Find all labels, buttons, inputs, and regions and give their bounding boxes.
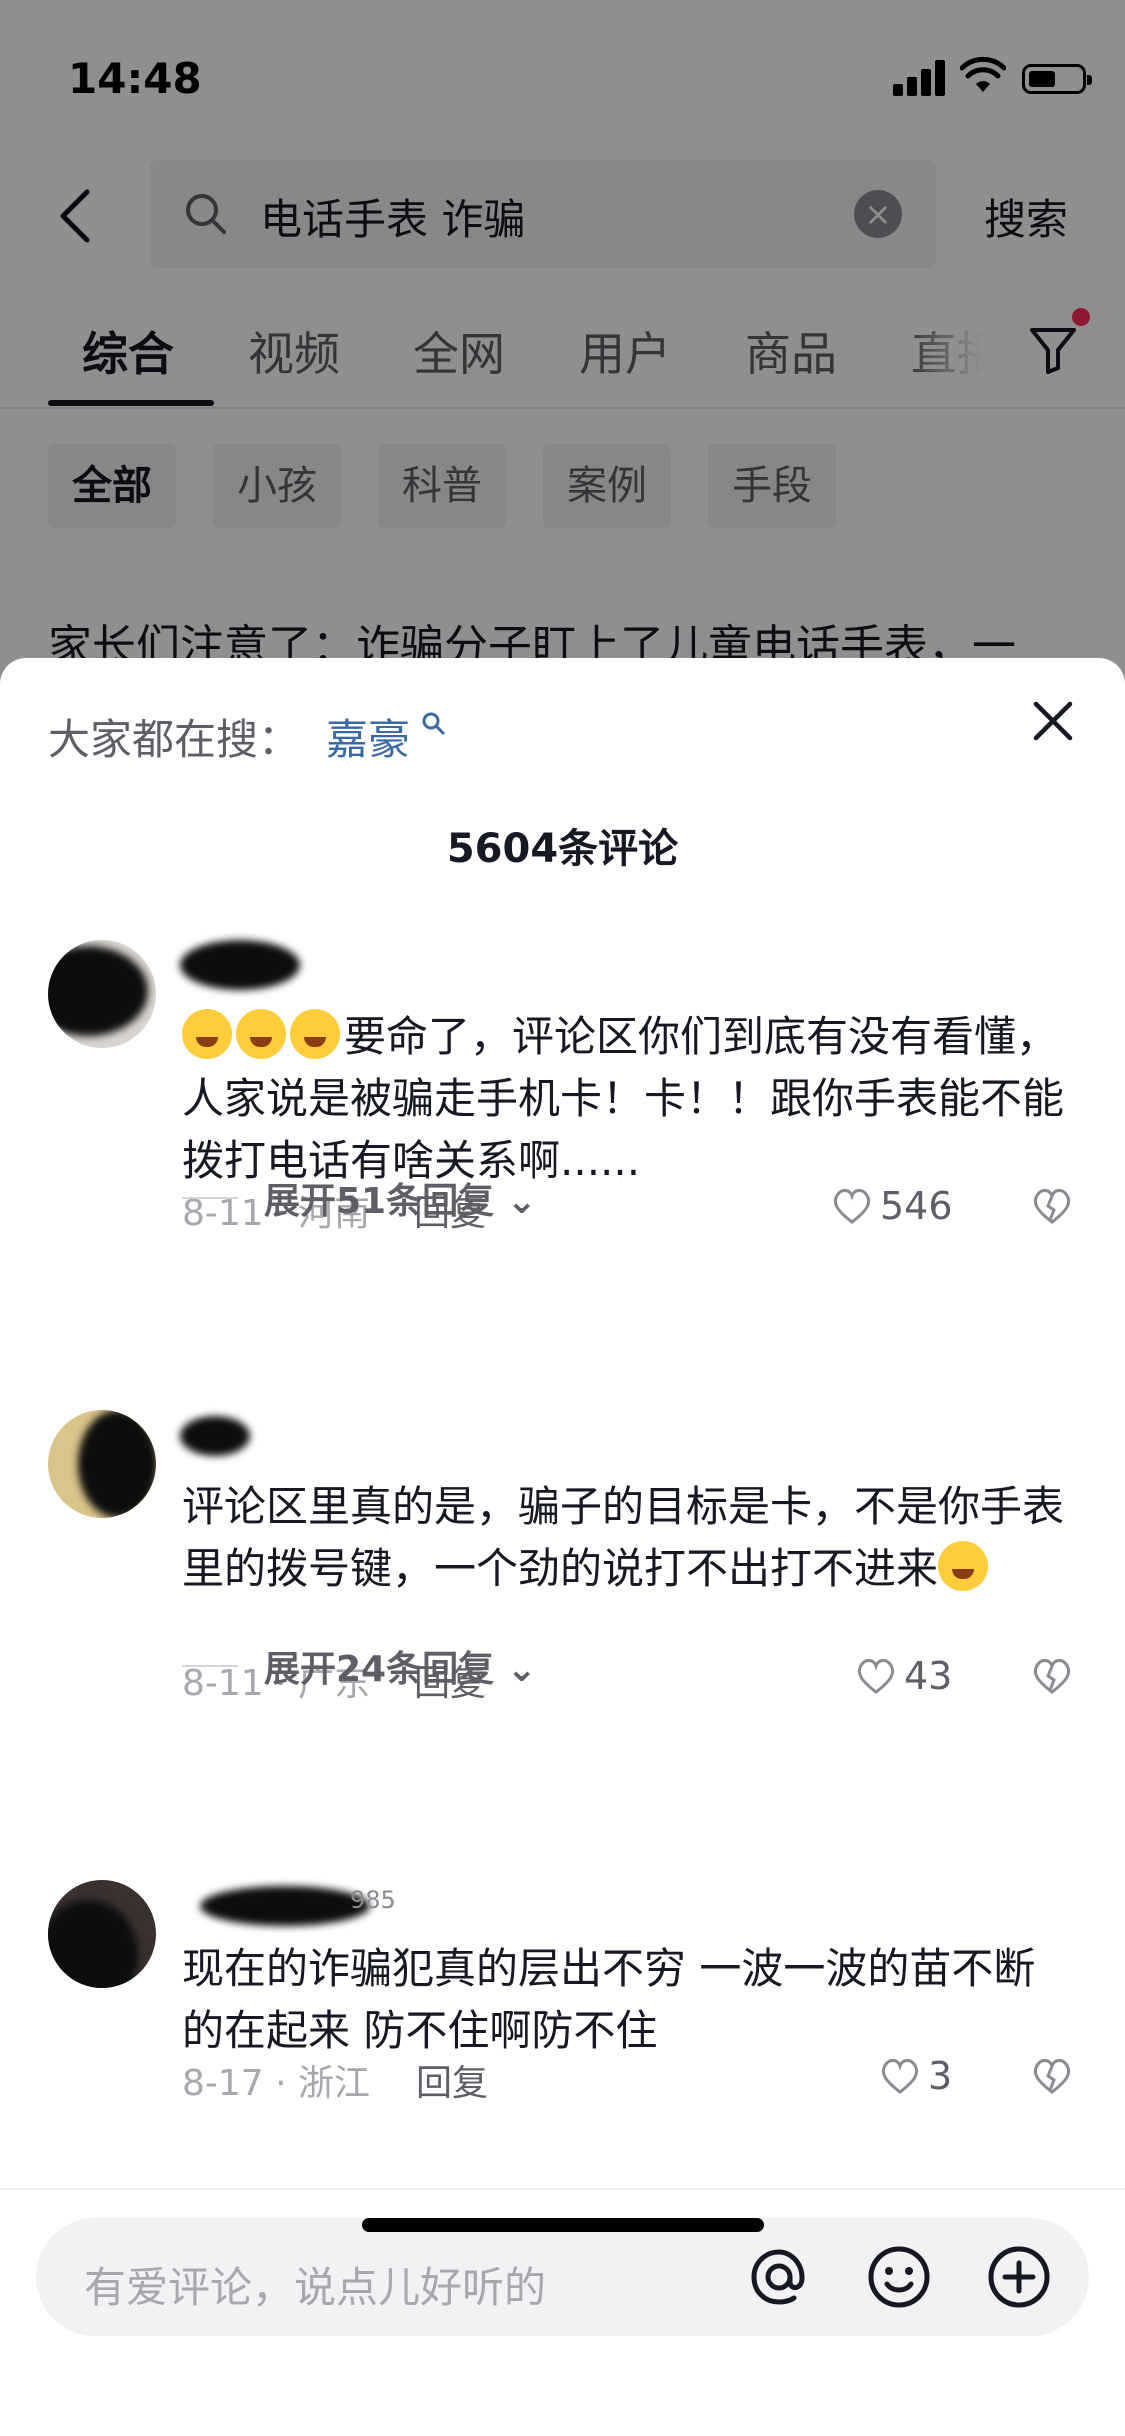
rofl-emoji-icon (236, 1009, 286, 1059)
dislike-icon[interactable] (1030, 2056, 1074, 2096)
rofl-emoji-icon (182, 1009, 232, 1059)
comment-sheet: 大家都在搜： 嘉豪 5604条评论 要命了，评论区你们到底有没有看懂，人家说是被… (0, 658, 1125, 2436)
emoji-icon[interactable] (864, 2242, 934, 2312)
chevron-down-icon: ⌄ (506, 1181, 537, 1222)
trending-keyword[interactable]: 嘉豪 (326, 706, 410, 767)
modal-overlay[interactable] (0, 0, 1125, 700)
comment-count: 5604条评论 (446, 826, 679, 872)
comment-date-location: 8-17 · 浙江 (182, 2063, 371, 2104)
add-icon[interactable] (984, 2242, 1054, 2312)
dislike-icon[interactable] (1030, 1186, 1074, 1226)
comment-item: 要命了，评论区你们到底有没有看懂，人家说是被骗走手机卡！卡！！跟你手表能不能拨打… (0, 940, 1125, 1300)
expand-replies-label: 展开51条回复 (264, 1181, 495, 1222)
dislike-icon[interactable] (1030, 1656, 1074, 1696)
comment-item: 985 现在的诈骗犯真的层出不穷 一波一波的苗不断的在起来 防不住啊防不住 8-… (0, 1880, 1125, 2180)
comment-item: 评论区里真的是，骗子的目标是卡，不是你手表里的拨号键，一个劲的说打不出打不进来 … (0, 1410, 1125, 1770)
comment-input[interactable]: 有爱评论，说点儿好听的 (36, 2218, 1089, 2336)
expand-divider (182, 1665, 238, 1667)
comment-text: 评论区里真的是，骗子的目标是卡，不是你手表里的拨号键，一个劲的说打不出打不进来 (182, 1476, 1072, 1600)
username-redacted (180, 1416, 250, 1456)
comment-text: 现在的诈骗犯真的层出不穷 一波一波的苗不断的在起来 防不住啊防不住 (182, 1938, 1072, 2062)
like-count: 43 (904, 1654, 953, 1698)
like-count: 3 (928, 2054, 953, 2098)
comment-text: 要命了，评论区你们到底有没有看懂，人家说是被骗走手机卡！卡！！跟你手表能不能拨打… (182, 1006, 1072, 1192)
expand-replies-label: 展开24条回复 (264, 1649, 495, 1690)
trending-label: 大家都在搜： (48, 715, 301, 764)
heart-icon (857, 1658, 895, 1694)
search-icon (422, 712, 445, 735)
expand-replies-button[interactable]: 展开24条回复 ⌄ (264, 1640, 537, 1692)
heart-icon (881, 2058, 919, 2094)
rofl-emoji-icon (290, 1009, 340, 1059)
username-redacted (180, 940, 300, 990)
expand-replies-button[interactable]: 展开51条回复 ⌄ (264, 1172, 537, 1224)
username-redacted (200, 1886, 370, 1926)
expand-divider (182, 1197, 238, 1199)
home-indicator (362, 2218, 764, 2232)
heart-icon (833, 1188, 871, 1224)
username-suffix: 985 (350, 1886, 396, 1914)
close-icon[interactable] (1030, 698, 1076, 744)
smirk-emoji-icon (938, 1541, 989, 1591)
like-count: 546 (880, 1184, 953, 1228)
reply-button[interactable]: 回复 (416, 2054, 488, 2106)
comment-body: 现在的诈骗犯真的层出不穷 一波一波的苗不断的在起来 防不住啊防不住 (182, 1944, 1036, 2055)
chevron-down-icon: ⌄ (506, 1649, 537, 1690)
comment-body: 评论区里真的是，骗子的目标是卡，不是你手表里的拨号键，一个劲的说打不出打不进来 (182, 1482, 1065, 1593)
avatar[interactable] (48, 1410, 156, 1518)
comment-input-placeholder: 有爱评论，说点儿好听的 (84, 2263, 547, 2312)
avatar[interactable] (48, 1880, 156, 1988)
avatar[interactable] (48, 940, 156, 1048)
mention-icon[interactable] (744, 2242, 814, 2312)
